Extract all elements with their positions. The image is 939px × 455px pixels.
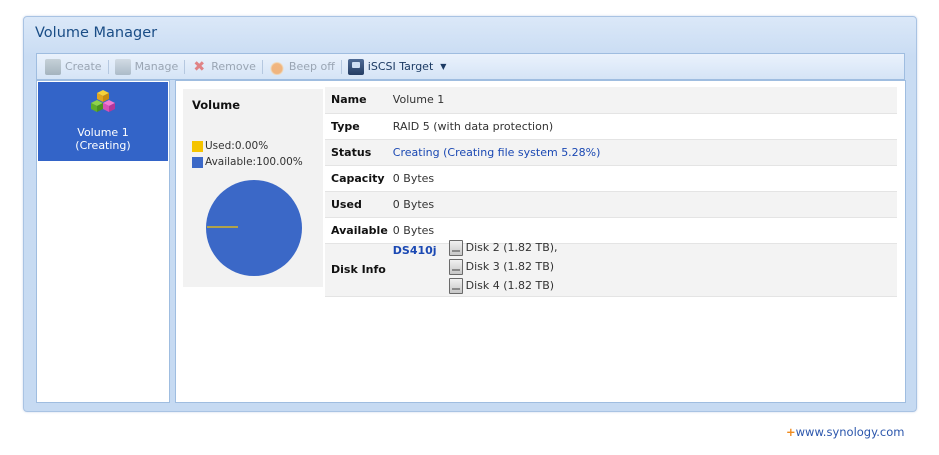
disk-label: Disk 4 (1.82 TB) (465, 279, 555, 292)
table-row: Disk Info DS410j Disk 2 (1.82 TB), Disk … (325, 239, 897, 297)
remove-label: Remove (211, 60, 256, 73)
disk-label: Disk 3 (1.82 TB) (465, 260, 555, 273)
used-value: 0 Bytes (387, 191, 897, 218)
summary-title: Volume (192, 98, 241, 112)
hard-disk-icon (448, 277, 463, 294)
name-value: Volume 1 (387, 87, 897, 114)
status-value: Creating (Creating file system 5.28%) (387, 139, 897, 166)
volume-item-name: Volume 1 (77, 126, 129, 139)
status-key: Status (325, 139, 388, 166)
beep-off-button[interactable]: Beep off (265, 56, 339, 78)
synology-link-text: www.synology.com (795, 425, 905, 439)
usage-summary: Volume Used:0.00% Available:100.00% (183, 89, 323, 287)
available-key: Available (325, 217, 388, 244)
disk-info-key: Disk Info (325, 243, 388, 297)
disk-list: Disk 2 (1.82 TB), Disk 3 (1.82 TB) Disk … (448, 239, 659, 294)
status-creating-link[interactable]: Creating (393, 146, 440, 159)
window-title: Volume Manager (35, 25, 158, 41)
volume-cubes-icon (91, 90, 115, 112)
ds-model-name: DS410j (392, 243, 437, 257)
remove-button[interactable]: ✖ Remove (187, 56, 260, 78)
available-swatch (192, 156, 203, 168)
usage-pie-chart (206, 180, 302, 276)
used-legend-label: Used:0.00% (205, 140, 269, 152)
chevron-down-icon: ▼ (440, 62, 447, 71)
iscsi-label: iSCSI Target (367, 60, 434, 73)
capacity-value: 0 Bytes (387, 165, 897, 192)
toolbar-separator (184, 59, 186, 74)
plus-icon: + (786, 425, 796, 439)
volume-info-table: Name Volume 1 Type RAID 5 (with data pro… (325, 87, 897, 297)
disk-info-value: DS410j Disk 2 (1.82 TB), Disk 3 (1.82 TB… (387, 239, 897, 297)
remove-icon: ✖ (193, 58, 206, 75)
manage-button[interactable]: Manage (111, 56, 183, 78)
volume-list: Volume 1 (Creating) (36, 80, 170, 403)
capacity-key: Capacity (325, 165, 388, 192)
disk-item: Disk 3 (1.82 TB) (448, 258, 555, 275)
hard-disk-icon (448, 239, 463, 256)
create-icon (45, 58, 61, 75)
disk-item: Disk 2 (1.82 TB), (448, 239, 558, 256)
manage-label: Manage (134, 60, 179, 73)
used-swatch (192, 140, 203, 152)
create-button[interactable]: Create (41, 56, 106, 78)
toolbar-separator (340, 59, 342, 74)
disk-item: Disk 4 (1.82 TB) (448, 277, 555, 294)
status-progress-text: (Creating file system 5.28%) (443, 145, 601, 159)
used-key: Used (325, 191, 388, 218)
toolbar-separator (261, 59, 263, 74)
disk-label: Disk 2 (1.82 TB), (465, 241, 558, 254)
type-value: RAID 5 (with data protection) (387, 113, 897, 140)
name-key: Name (325, 87, 388, 114)
legend-available: Available:100.00% (192, 156, 303, 168)
table-row: Used 0 Bytes (325, 191, 897, 218)
volume-detail-panel: Volume Used:0.00% Available:100.00% Name… (175, 80, 906, 403)
legend-used: Used:0.00% (192, 140, 268, 152)
manage-icon (114, 58, 131, 75)
create-label: Create (65, 60, 102, 73)
type-key: Type (325, 113, 388, 140)
available-legend-label: Available:100.00% (205, 156, 303, 168)
toolbar: Create Manage ✖ Remove Beep off iSCSI Ta… (36, 53, 905, 80)
volume-item-status: (Creating) (75, 139, 131, 152)
table-row: Name Volume 1 (325, 87, 897, 114)
volume-list-item[interactable]: Volume 1 (Creating) (38, 82, 168, 161)
table-row: Type RAID 5 (with data protection) (325, 113, 897, 140)
beep-label: Beep off (288, 60, 335, 73)
beep-icon (268, 58, 285, 75)
pie-slice-available (206, 180, 302, 276)
synology-link[interactable]: +www.synology.com (786, 425, 905, 439)
table-row: Capacity 0 Bytes (325, 165, 897, 192)
table-row: Status Creating (Creating file system 5.… (325, 139, 897, 166)
hard-disk-icon (448, 258, 463, 275)
iscsi-target-button[interactable]: iSCSI Target ▼ (344, 56, 451, 78)
volume-manager-window: Volume Manager Create Manage ✖ Remove Be… (23, 16, 917, 412)
toolbar-separator (107, 59, 109, 74)
iscsi-icon (347, 58, 364, 75)
